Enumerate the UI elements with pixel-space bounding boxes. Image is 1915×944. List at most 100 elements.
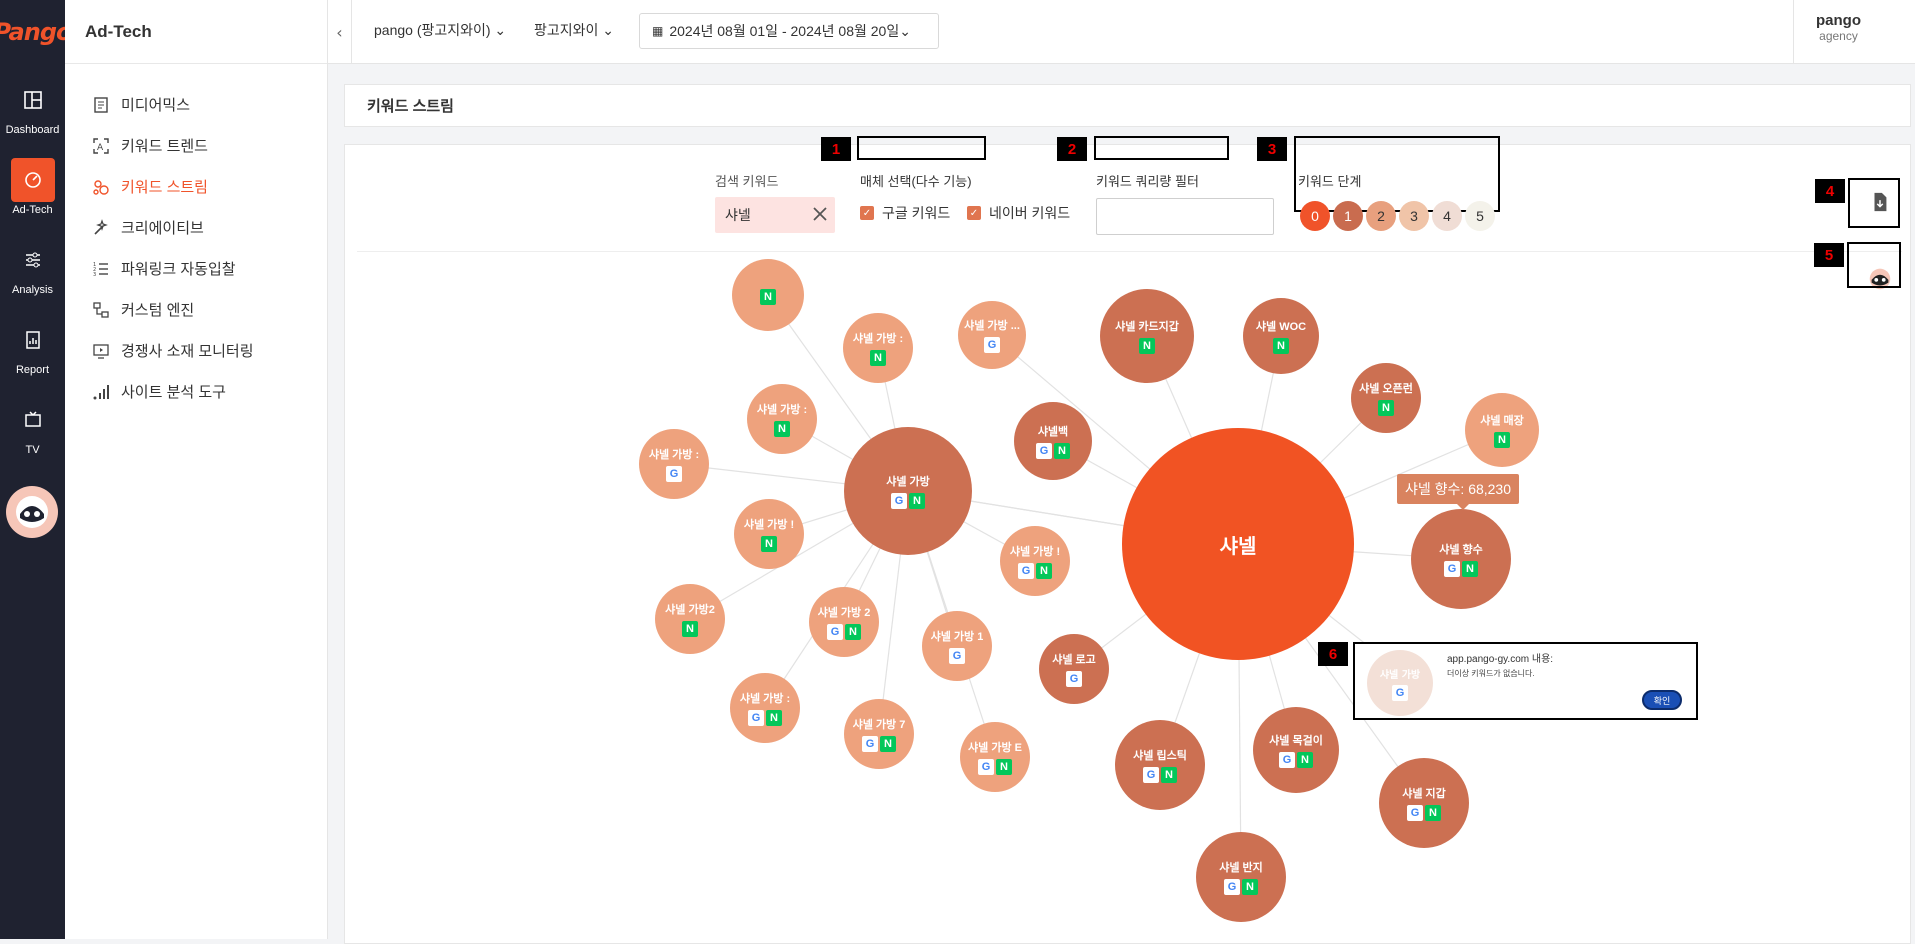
node-label: 샤넬 가방 2: [817, 607, 871, 619]
keyword-node[interactable]: 샤넬 가방 2 GN: [809, 587, 879, 657]
node-label: 샤넬 가방 :: [756, 404, 808, 416]
sidebar-item-custom-engine[interactable]: 커스텀 엔진: [65, 289, 327, 330]
close-icon[interactable]: [809, 203, 831, 225]
source-icons: GN: [1036, 443, 1070, 459]
rail-label: Dashboard: [5, 124, 60, 136]
bot-avatar-icon[interactable]: [6, 486, 58, 538]
sidebar-item-creative[interactable]: 크리에이티브: [65, 207, 327, 248]
date-range-picker[interactable]: ▦ 2024년 08월 01일 - 2024년 08월 20일 ⌄: [639, 13, 939, 49]
keyword-node[interactable]: 샤넬 가방 7 GN: [844, 699, 914, 769]
user-menu[interactable]: pango agency: [1793, 0, 1883, 64]
sliders-icon: [11, 238, 55, 282]
keyword-node[interactable]: 샤넬 가방 1 G: [922, 611, 992, 681]
annotation-badge-3: 3: [1257, 137, 1287, 161]
google-icon: G: [748, 710, 764, 726]
svg-text:3: 3: [93, 272, 96, 278]
annotation-box-5: [1847, 242, 1901, 288]
keyword-node[interactable]: 샤넬 로고 G: [1039, 634, 1109, 704]
keyword-node[interactable]: 샤넬 가방 ! N: [734, 499, 804, 569]
google-keyword-checkbox[interactable]: ✓ 구글 키워드: [860, 203, 950, 223]
node-label: 샤넬: [1219, 535, 1257, 558]
pango-logo[interactable]: Pango: [0, 10, 73, 54]
naver-keyword-checkbox[interactable]: ✓ 네이버 키워드: [967, 203, 1070, 223]
query-filter-input[interactable]: [1096, 198, 1274, 235]
node-label: 샤넬 목걸이: [1269, 735, 1323, 747]
account-select[interactable]: pango (팡고지와이) ⌄: [374, 20, 506, 40]
google-icon: G: [1224, 879, 1240, 895]
stage-button-3[interactable]: 3: [1399, 201, 1429, 231]
naver-icon: N: [909, 493, 925, 509]
keyword-node[interactable]: 샤넬 가방 : GN: [730, 673, 800, 743]
rail-item-dashboard[interactable]: Dashboard: [0, 72, 65, 142]
sidebar-item-keyword-stream[interactable]: 키워드 스트림: [65, 166, 327, 207]
source-icons: N: [1494, 432, 1510, 448]
annotation-box-1: [857, 136, 986, 160]
rail-item-adtech[interactable]: Ad-Tech: [0, 152, 65, 222]
keyword-node[interactable]: 샤넬 가방 : N: [747, 384, 817, 454]
stage-button-5[interactable]: 5: [1465, 201, 1495, 231]
svg-text:A: A: [97, 143, 104, 153]
annotation-badge-1: 1: [821, 137, 851, 161]
source-icons: N: [761, 536, 777, 552]
keyword-node[interactable]: N: [732, 259, 804, 331]
ok-button[interactable]: 확인: [1642, 690, 1682, 710]
chevron-left-icon[interactable]: ‹: [328, 0, 352, 64]
faded-node: 샤넬 가방 G: [1367, 650, 1433, 716]
keyword-node[interactable]: 샤넬 지갑 G N: [1379, 758, 1469, 848]
keyword-node[interactable]: 샤넬 가방 ... G: [958, 301, 1026, 369]
keyword-node[interactable]: 샤넬 가방 : G: [639, 429, 709, 499]
source-icons: N: [1378, 400, 1394, 416]
stage-button-0[interactable]: 0: [1300, 201, 1330, 231]
node-label: 샤넬 가방 ...: [964, 320, 1020, 332]
google-icon: G: [666, 466, 682, 482]
naver-icon: N: [880, 736, 896, 752]
keyword-node[interactable]: 샤넬 가방 ! G N: [1000, 526, 1070, 596]
rail-label: TV: [25, 444, 40, 456]
sidebar-item-keyword-trend[interactable]: A 키워드 트렌드: [65, 125, 327, 166]
dialog-message: 더이상 키워드가 없습니다.: [1447, 669, 1535, 678]
stage-button-4[interactable]: 4: [1432, 201, 1462, 231]
keyword-node[interactable]: 샤넬 가방 G N: [844, 427, 972, 555]
annotation-badge-6: 6: [1318, 642, 1348, 666]
keyword-node[interactable]: 샤넬 가방2 N: [655, 584, 725, 654]
rail-item-analysis[interactable]: Analysis: [0, 232, 65, 302]
center-keyword-node[interactable]: 샤넬: [1122, 428, 1354, 660]
naver-icon: N: [766, 710, 782, 726]
keyword-node[interactable]: 샤넬 목걸이 G N: [1253, 707, 1339, 793]
google-icon: G: [949, 648, 965, 664]
top-bar: ‹ pango (팡고지와이) ⌄ 팡고지와이 ⌄ ▦ 2024년 08월 01…: [328, 0, 1915, 64]
source-icons: GN: [748, 710, 782, 726]
sidebar-item-label: 커스텀 엔진: [121, 302, 195, 319]
keyword-node[interactable]: 샤넬 반지 G N: [1196, 832, 1286, 922]
company-select[interactable]: 팡고지와이 ⌄: [534, 20, 614, 40]
node-label: 샤넬 카드지갑: [1115, 321, 1179, 333]
stage-button-2[interactable]: 2: [1366, 201, 1396, 231]
rail-item-tv[interactable]: TV: [0, 392, 65, 462]
keyword-node[interactable]: 샤넬 WOC N: [1243, 298, 1319, 374]
keyword-node[interactable]: 샤넬 향수 G N: [1411, 509, 1511, 609]
user-role: agency: [1819, 29, 1858, 43]
search-keyword-input[interactable]: 샤넬: [715, 197, 835, 233]
annotation-box-2: [1094, 136, 1229, 160]
node-label: 샤넬 가방2: [665, 604, 715, 616]
keyword-node[interactable]: 샤넬 립스틱 G N: [1115, 720, 1205, 810]
source-icons: N: [1273, 338, 1289, 354]
sidebar-item-competitor-monitor[interactable]: 경쟁사 소재 모니터링: [65, 330, 327, 371]
naver-icon: N: [1139, 338, 1155, 354]
user-name: pango: [1816, 12, 1861, 29]
keyword-node[interactable]: 샤넬 카드지갑 N: [1100, 289, 1194, 383]
source-icons: GN: [862, 736, 896, 752]
rail-item-report[interactable]: Report: [0, 312, 65, 382]
keyword-node[interactable]: 샤넬 매장 N: [1465, 393, 1539, 467]
keyword-node[interactable]: 샤넬 오픈런 N: [1351, 363, 1421, 433]
keyword-node[interactable]: 샤넬 가방 E GN: [960, 722, 1030, 792]
keyword-node[interactable]: 샤넬 가방 : N: [843, 313, 913, 383]
layout-icon: [11, 78, 55, 122]
tv-icon: [11, 398, 55, 442]
stage-button-1[interactable]: 1: [1333, 201, 1363, 231]
sidebar-item-powerlink-bid[interactable]: 1 2 3 파워링크 자동입찰: [65, 248, 327, 289]
sidebar-item-site-analysis[interactable]: 사이트 분석 도구: [65, 371, 327, 412]
keyword-node[interactable]: 샤넬백 G N: [1014, 402, 1092, 480]
source-icons: N: [1139, 338, 1155, 354]
sidebar-item-media-mix[interactable]: 미디어믹스: [65, 84, 327, 125]
